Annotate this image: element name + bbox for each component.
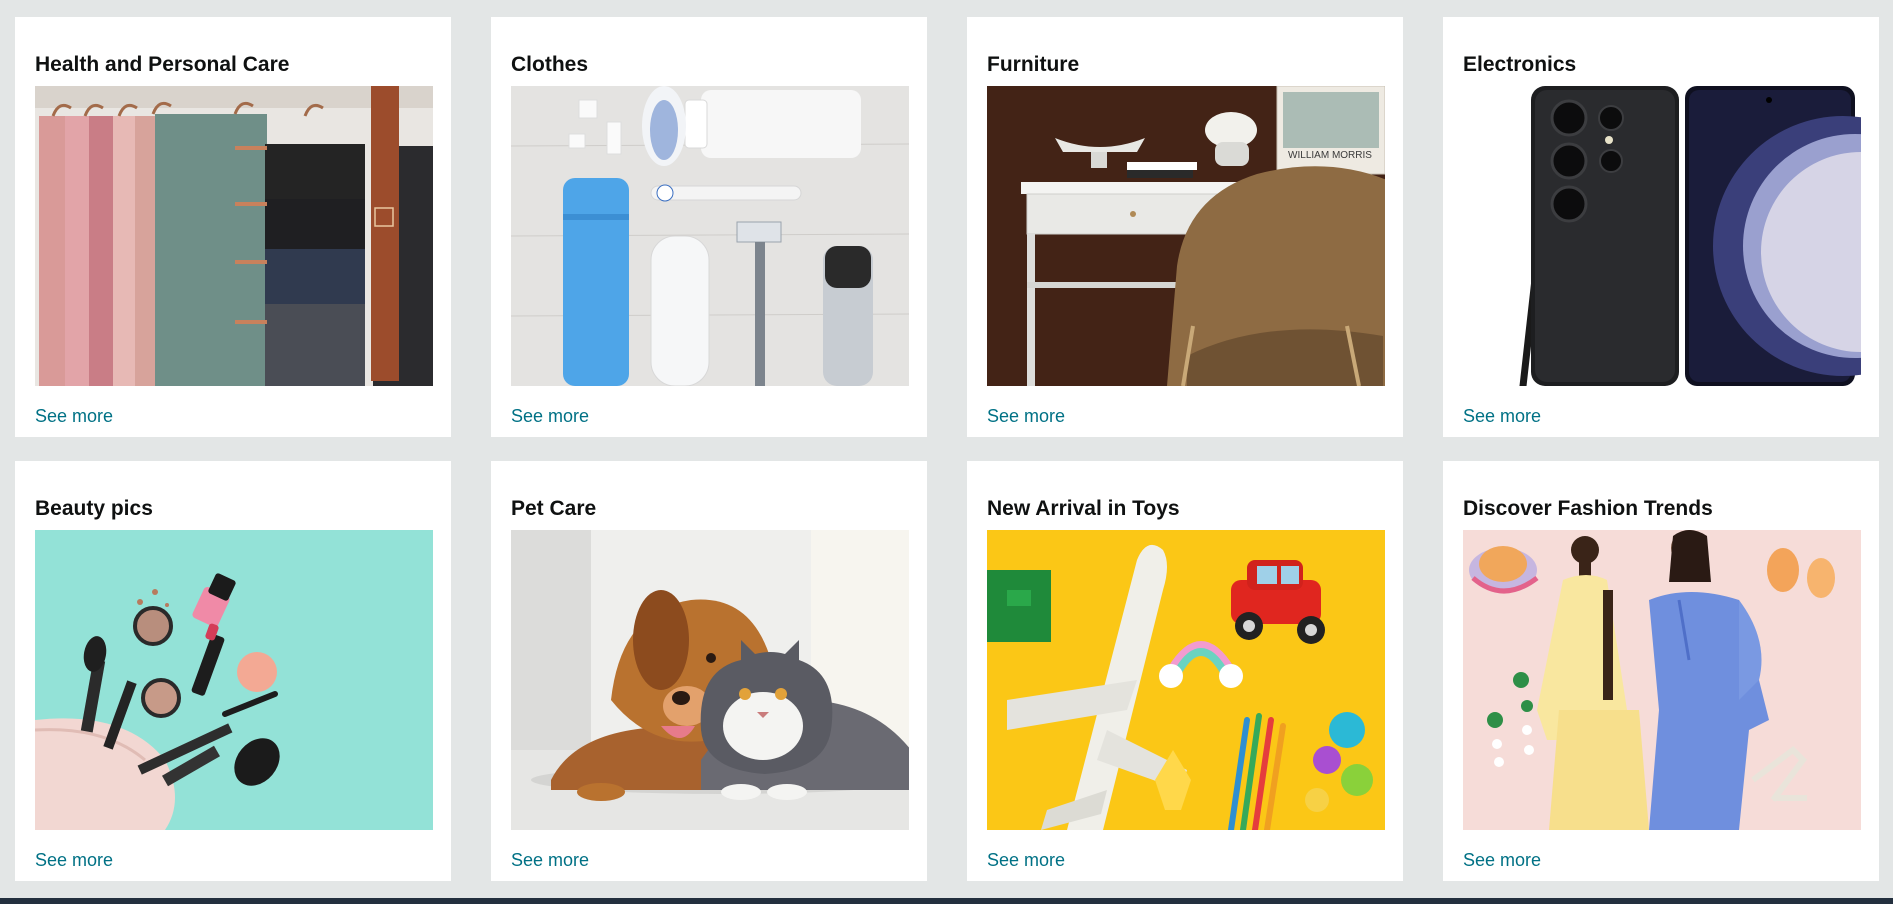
card-title: Clothes bbox=[511, 53, 589, 76]
see-more-link[interactable]: See more bbox=[35, 405, 113, 427]
see-more-link[interactable]: See more bbox=[511, 405, 589, 427]
card-title: Health and Personal Care bbox=[35, 53, 290, 76]
see-more-link[interactable]: See more bbox=[1463, 849, 1541, 871]
category-card-furniture: Furniture WILLIAM MORRIS See more bbox=[967, 17, 1403, 437]
smartphone-image[interactable] bbox=[1463, 86, 1861, 386]
card-title: Pet Care bbox=[511, 497, 597, 520]
toiletries-image[interactable] bbox=[511, 86, 909, 386]
desk-and-chair-image[interactable]: WILLIAM MORRIS bbox=[987, 86, 1385, 386]
category-card-pet-care: Pet Care See more bbox=[491, 461, 927, 881]
artwork-caption: WILLIAM MORRIS bbox=[1288, 150, 1372, 161]
clothes-hangers-image[interactable] bbox=[35, 86, 433, 386]
card-title: Beauty pics bbox=[35, 497, 153, 520]
card-title: New Arrival in Toys bbox=[987, 497, 1180, 520]
page-footer-strip bbox=[0, 898, 1893, 904]
makeup-bag-image[interactable] bbox=[35, 530, 433, 830]
category-card-grid: Health and Personal Care See more Clothe… bbox=[0, 0, 1893, 904]
see-more-link[interactable]: See more bbox=[1463, 405, 1541, 427]
category-card-health-and-personal-care: Health and Personal Care See more bbox=[15, 17, 451, 437]
see-more-link[interactable]: See more bbox=[987, 405, 1065, 427]
fashion-models-image[interactable] bbox=[1463, 530, 1861, 830]
card-title: Discover Fashion Trends bbox=[1463, 497, 1713, 520]
see-more-link[interactable]: See more bbox=[511, 849, 589, 871]
category-card-new-arrival-in-toys: New Arrival in Toys See more bbox=[967, 461, 1403, 881]
see-more-link[interactable]: See more bbox=[987, 849, 1065, 871]
category-card-discover-fashion-trends: Discover Fashion Trends See more bbox=[1443, 461, 1879, 881]
category-card-clothes: Clothes See more bbox=[491, 17, 927, 437]
category-card-beauty-pics: Beauty pics See more bbox=[15, 461, 451, 881]
dog-and-cat-image[interactable] bbox=[511, 530, 909, 830]
toys-image[interactable] bbox=[987, 530, 1385, 830]
category-card-electronics: Electronics See more bbox=[1443, 17, 1879, 437]
card-title: Electronics bbox=[1463, 53, 1577, 76]
see-more-link[interactable]: See more bbox=[35, 849, 113, 871]
card-title: Furniture bbox=[987, 53, 1080, 76]
